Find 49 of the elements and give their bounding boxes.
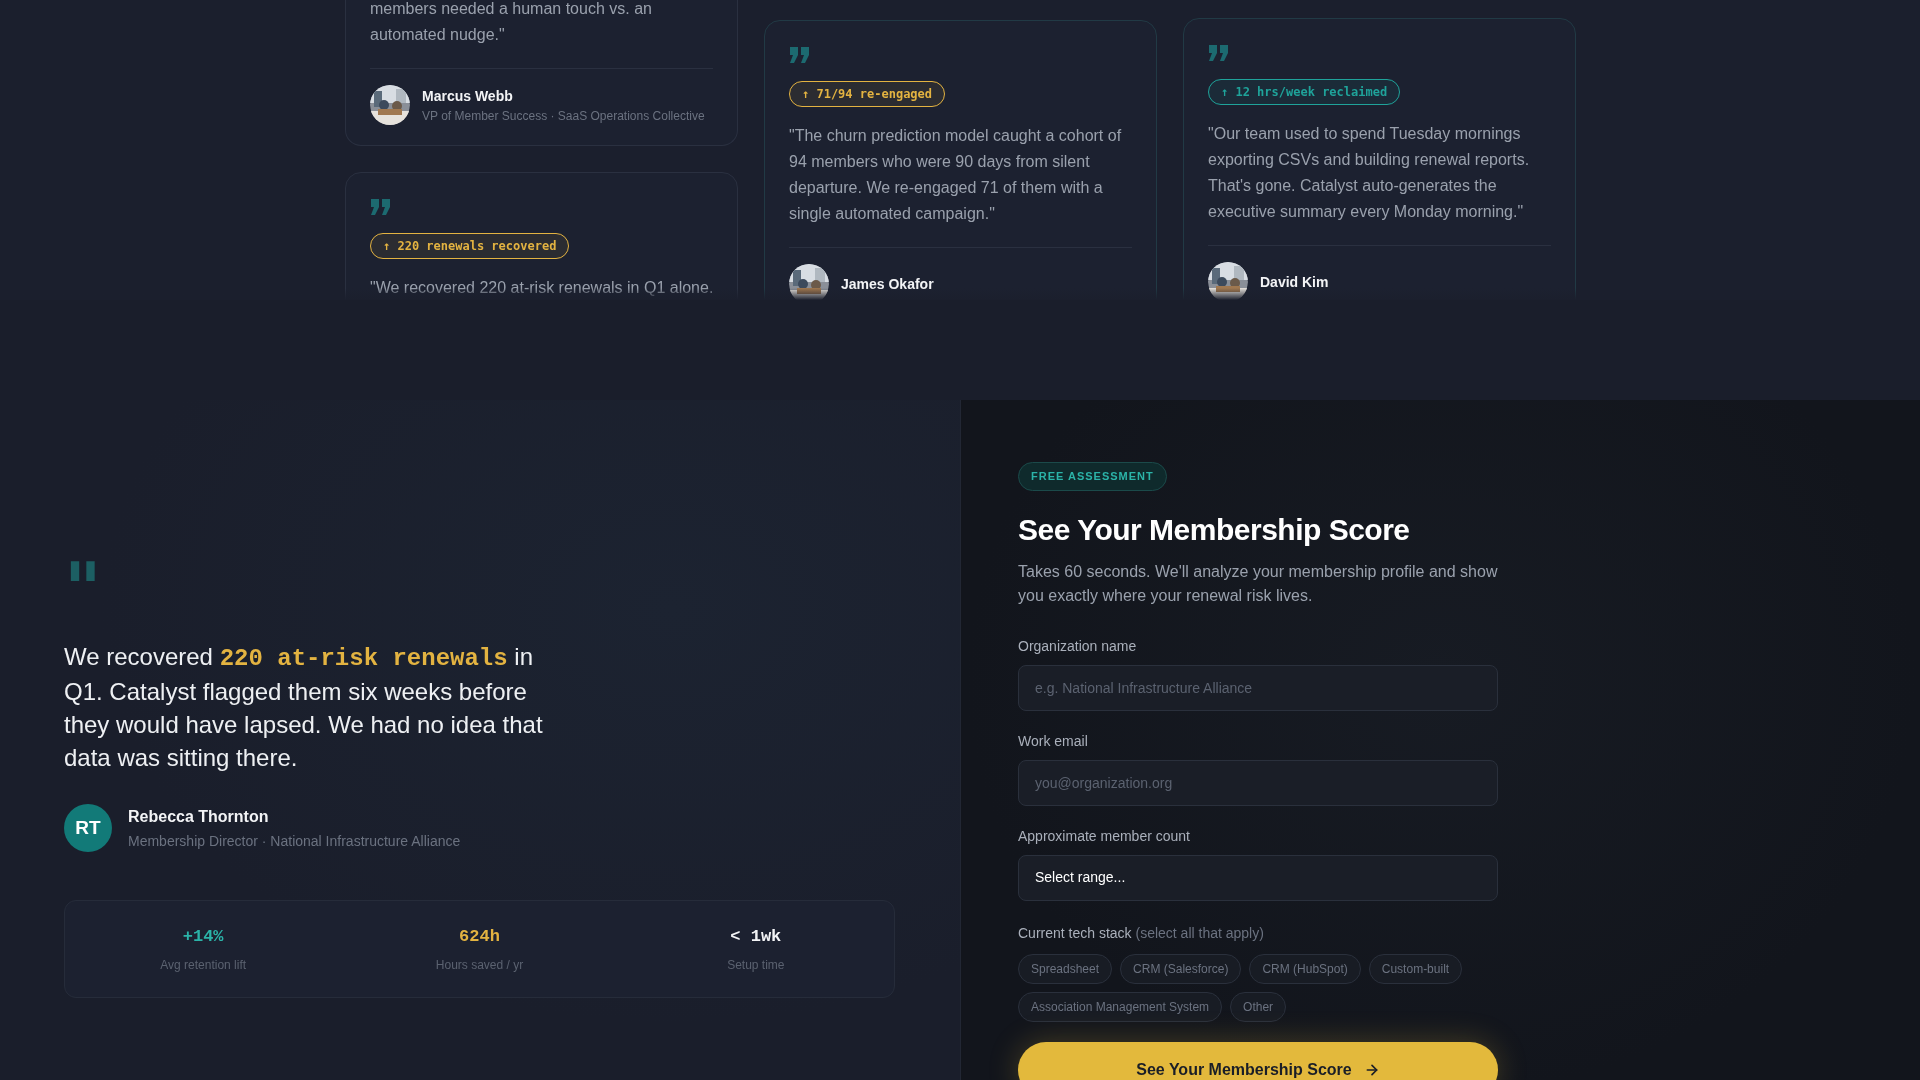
author-role: Membership Director · National Infrastructure Alliance <box>128 831 461 851</box>
quote-line: "Our team used to spend Tuesday mornings <box>1208 124 1522 144</box>
author-name: James Okafor <box>841 274 934 294</box>
quote-mark: " <box>64 550 102 630</box>
tech-option-chip[interactable]: Association Management System <box>1018 991 1223 1022</box>
quote-line: automated nudge." <box>370 25 506 45</box>
form-title: See Your Membership Score <box>1018 511 1411 548</box>
stat-label: Hours saved / yr <box>435 956 524 974</box>
author-name: Rebecca Thornton <box>128 806 270 827</box>
quote-line: departure. We re-engaged 71 of them with a <box>789 178 1104 198</box>
stat-value: +14% <box>182 926 224 949</box>
quote-line: That's gone. Catalyst auto-generates the <box>1208 176 1498 196</box>
quote-line: members needed a human touch vs. an <box>370 0 653 19</box>
field-label: Current tech stack (select all that apply) <box>1018 923 1265 943</box>
tech-option-chip[interactable]: Other <box>1230 991 1287 1022</box>
tech-option-chip[interactable]: CRM (HubSpot) <box>1249 953 1361 984</box>
metric-badge: ↑ 12 hrs/week reclaimed <box>1208 79 1401 105</box>
field-label: Work email <box>1018 731 1089 751</box>
quote-icon <box>1208 43 1230 63</box>
assessment-badge: FREE ASSESSMENT <box>1018 462 1167 491</box>
field-label: Organization name <box>1018 636 1138 656</box>
text-field[interactable]: e.g. National Infrastructure Alliance <box>1018 664 1498 711</box>
tech-option-chip[interactable]: CRM (Salesforce) <box>1120 953 1242 984</box>
initials-avatar: RT <box>64 804 112 852</box>
metric-badge: ↑ 71/94 re-engaged <box>789 81 946 107</box>
text-field[interactable]: you@organization.org <box>1018 759 1498 806</box>
quote-line: "We recovered 220 at-risk renewals in Q1 alone. <box>370 278 713 298</box>
field-label: Approximate member count <box>1018 826 1191 846</box>
quote-line: "The churn prediction model caught a cohort of <box>789 126 1123 146</box>
quote-line: single automated campaign." <box>789 204 996 224</box>
author-role: VP of Member Success · SaaS Operations Collective <box>422 107 705 125</box>
metric-badge: ↑ 220 renewals recovered <box>370 233 570 259</box>
author-name: Marcus Webb <box>422 86 514 106</box>
stat-value: 624h <box>459 926 500 949</box>
quote-icon <box>789 45 811 65</box>
quote-line: exporting CSVs and building renewal reports. <box>1208 150 1531 170</box>
select-field[interactable]: Select range... <box>1018 854 1498 901</box>
featured-quote: We recovered 220 at-risk renewals in Q1. Catalyst flagged them six weeks before they would have lapsed. We had no idea that data was sitting there. <box>64 642 544 773</box>
tech-option-chip[interactable]: Custom-built <box>1368 953 1463 984</box>
stat-label: Setup time <box>727 956 785 974</box>
submit-button[interactable]: See Your Membership Score <box>1018 1041 1498 1080</box>
quote-line: 94 members who were 90 days from silent <box>789 152 1091 172</box>
stat-label: Avg retention lift <box>160 956 247 974</box>
tech-option-chip[interactable]: Spreadsheet <box>1018 953 1113 984</box>
author-name: David Kim <box>1260 272 1329 292</box>
quote-line: executive summary every Monday morning." <box>1208 202 1525 222</box>
form-description: Takes 60 seconds. We'll analyze your membership profile and show you exactly where your renewal risk lives. <box>1018 561 1498 606</box>
stat-value: < 1wk <box>730 926 782 949</box>
quote-icon <box>370 197 392 217</box>
